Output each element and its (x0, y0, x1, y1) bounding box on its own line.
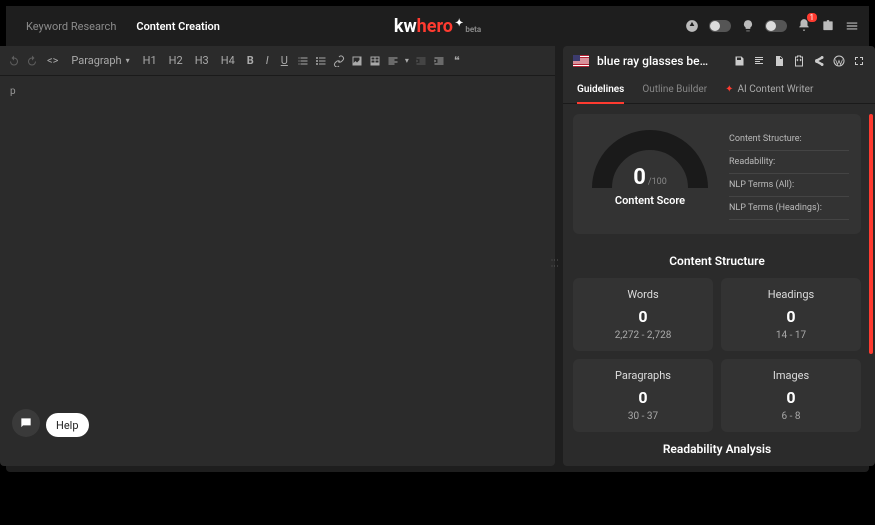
document-icon[interactable] (773, 55, 785, 67)
code-button[interactable]: <> (44, 52, 61, 69)
logo-part1: kw (394, 16, 417, 37)
stat-headings-value: 0 (731, 307, 851, 326)
ordered-list-icon[interactable] (297, 55, 309, 67)
stat-paragraphs: Paragraphs 0 30 - 37 (573, 359, 713, 432)
paragraph-select[interactable]: Paragraph ▾ (67, 52, 133, 69)
score-value: 0 (633, 165, 646, 190)
tab-ai-content-writer[interactable]: ✦ AI Content Writer (725, 76, 813, 103)
section-content-structure: Content Structure (573, 244, 861, 278)
link-icon[interactable] (333, 55, 345, 67)
h3-button[interactable]: H3 (192, 52, 212, 69)
chevron-down-icon: ▾ (126, 56, 130, 65)
logo-spark-icon: ✦ (455, 18, 463, 29)
ai-spark-icon: ✦ (725, 84, 733, 95)
score-max: /100 (648, 177, 667, 187)
notification-badge: 1 (807, 13, 818, 22)
stat-words-value: 0 (583, 307, 703, 326)
nav-keyword-research[interactable]: Keyword Research (16, 14, 126, 39)
indent-icon[interactable] (433, 55, 445, 67)
stat-paragraphs-value: 0 (583, 388, 703, 407)
stat-images-title: Images (731, 369, 851, 382)
gauge-icon[interactable] (685, 19, 699, 33)
bulb-icon[interactable] (741, 19, 755, 33)
h2-button[interactable]: H2 (166, 52, 186, 69)
table-icon[interactable] (369, 55, 381, 67)
stat-images-range: 6 - 8 (731, 411, 851, 422)
tab-guidelines[interactable]: Guidelines (577, 76, 624, 103)
logo-part2: hero (417, 16, 453, 37)
stat-words: Words 0 2,272 - 2,728 (573, 278, 713, 351)
clipboard-icon[interactable] (793, 55, 805, 67)
image-icon[interactable] (351, 55, 363, 67)
align-left-icon[interactable] (387, 55, 399, 67)
side-tabs: Guidelines Outline Builder ✦ AI Content … (563, 76, 875, 104)
menu-icon[interactable] (845, 19, 859, 33)
topbar: Keyword Research Content Creation kwhero… (6, 6, 869, 46)
redo-icon[interactable] (26, 55, 38, 67)
quote-button[interactable]: ❝ (451, 52, 463, 69)
logo[interactable]: kwhero✦ beta (394, 16, 481, 37)
stat-paragraphs-title: Paragraphs (583, 369, 703, 382)
unordered-list-icon[interactable] (315, 55, 327, 67)
stat-images: Images 0 6 - 8 (721, 359, 861, 432)
editor-panel: <> Paragraph ▾ H1 H2 H3 H4 B I U ▾ (0, 46, 555, 466)
briefcase-icon[interactable] (821, 19, 835, 33)
editor-body[interactable]: p ⋮⋮ (0, 76, 555, 466)
scrollbar[interactable] (869, 114, 873, 354)
stat-headings-range: 14 - 17 (731, 330, 851, 341)
wordpress-icon[interactable] (833, 55, 845, 67)
stat-words-title: Words (583, 288, 703, 301)
toggle-1[interactable] (709, 20, 731, 32)
metric-nlp-headings: NLP Terms (Headings): (729, 197, 849, 220)
undo-icon[interactable] (8, 55, 20, 67)
stat-paragraphs-range: 30 - 37 (583, 411, 703, 422)
editor-toolbar: <> Paragraph ▾ H1 H2 H3 H4 B I U ▾ (0, 46, 555, 76)
align-chevron-icon[interactable]: ▾ (405, 56, 409, 65)
italic-button[interactable]: I (263, 52, 272, 69)
toggle-2[interactable] (765, 20, 787, 32)
help-button[interactable]: Help (46, 413, 89, 437)
stat-images-value: 0 (731, 388, 851, 407)
content-score-gauge: 0/100 (590, 128, 710, 190)
metric-content-structure: Content Structure: (729, 128, 849, 151)
us-flag-icon (573, 55, 589, 67)
resize-handle[interactable]: ⋮⋮ (555, 256, 559, 286)
tab-outline-builder[interactable]: Outline Builder (642, 76, 707, 103)
nav-content-creation[interactable]: Content Creation (126, 14, 230, 39)
save-icon[interactable] (733, 55, 745, 67)
logo-beta: beta (465, 25, 481, 34)
notes-icon[interactable] (753, 55, 765, 67)
chat-icon (19, 416, 33, 430)
stat-headings: Headings 0 14 - 17 (721, 278, 861, 351)
metric-readability: Readability: (729, 151, 849, 174)
metric-nlp-all: NLP Terms (All): (729, 174, 849, 197)
underline-button[interactable]: U (278, 52, 291, 69)
notifications-button[interactable]: 1 (797, 17, 811, 36)
section-readability-analysis: Readability Analysis (573, 432, 861, 466)
score-label: Content Score (585, 194, 715, 207)
right-panel: blue ray glasses be… Guidelines Outline … (563, 46, 875, 466)
paragraph-label: Paragraph (71, 54, 121, 67)
document-title[interactable]: blue ray glasses be… (597, 54, 708, 68)
share-icon[interactable] (813, 55, 825, 67)
expand-icon[interactable] (853, 55, 865, 67)
stat-headings-title: Headings (731, 288, 851, 301)
editor-placeholder: p (10, 86, 16, 97)
stat-words-range: 2,272 - 2,728 (583, 330, 703, 341)
chat-button[interactable] (12, 409, 40, 437)
h4-button[interactable]: H4 (218, 52, 238, 69)
bold-button[interactable]: B (244, 52, 257, 69)
outdent-icon[interactable] (415, 55, 427, 67)
guidelines-scroll[interactable]: 0/100 Content Score Content Structure: R… (563, 104, 875, 466)
tab-ai-label: AI Content Writer (737, 84, 813, 95)
h1-button[interactable]: H1 (140, 52, 160, 69)
score-section: 0/100 Content Score Content Structure: R… (573, 114, 861, 234)
